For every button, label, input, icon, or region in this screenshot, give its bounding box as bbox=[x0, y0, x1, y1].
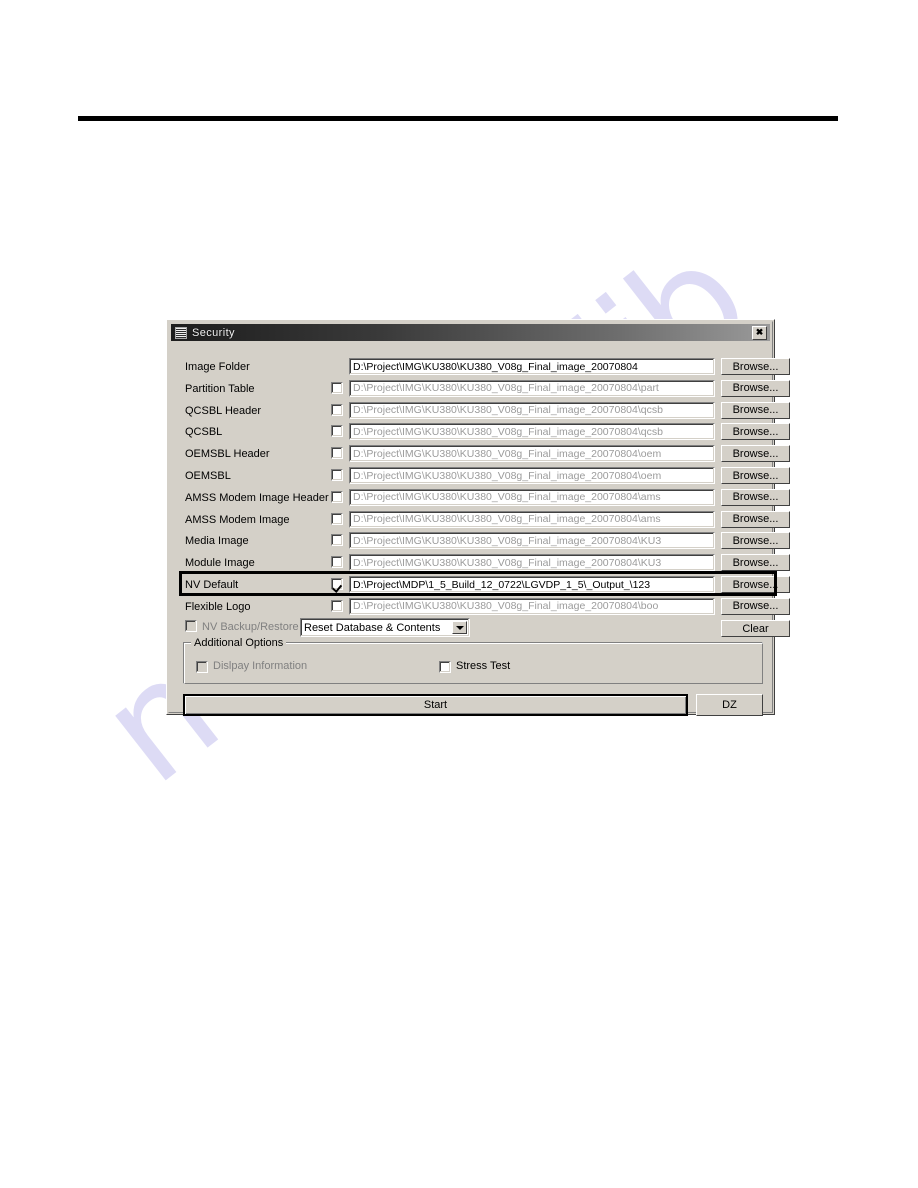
file-row: OEMSBL D:\Project\IMG\KU380\KU380_V08g_Fi… bbox=[171, 465, 790, 487]
file-row-label: QCSBL Header bbox=[185, 404, 262, 417]
browse-button[interactable]: Browse... bbox=[721, 379, 790, 397]
file-row-checkbox[interactable] bbox=[331, 556, 343, 569]
file-path-input[interactable]: D:\Project\MDP\1_5_Build_12_0722\LGVDP_1… bbox=[349, 576, 715, 593]
file-path-input[interactable]: D:\Project\IMG\KU380\KU380_V08g_Final_im… bbox=[349, 358, 715, 375]
file-row-checkbox[interactable] bbox=[331, 447, 343, 460]
file-row: QCSBL D:\Project\IMG\KU380\KU380_V08g_Fin… bbox=[171, 421, 790, 443]
file-row: QCSBL Header D:\Project\IMG\KU380\KU380_V… bbox=[171, 400, 790, 422]
file-path-input[interactable]: D:\Project\IMG\KU380\KU380_V08g_Final_im… bbox=[349, 445, 715, 463]
page-header-rule bbox=[78, 116, 838, 121]
file-row: Module Image D:\Project\IMG\KU380\KU380_V… bbox=[171, 552, 790, 574]
display-information-label: Dislpay Information bbox=[213, 660, 308, 672]
dialog-body: Image Folder D:\Project\IMG\KU380\KU380_V… bbox=[171, 342, 790, 716]
browse-button[interactable]: Browse... bbox=[721, 467, 790, 484]
file-row: Image Folder D:\Project\IMG\KU380\KU380_V… bbox=[171, 356, 790, 378]
additional-options-title: Additional Options bbox=[191, 637, 287, 649]
dialog-titlebar: Security ✖ bbox=[171, 324, 770, 341]
dialog-title: Security bbox=[192, 326, 235, 339]
file-path-input[interactable]: D:\Project\IMG\KU380\KU380_V08g_Final_im… bbox=[349, 510, 715, 528]
browse-button[interactable]: Browse... bbox=[721, 510, 790, 528]
file-row: Partition Table D:\Project\IMG\KU380\KU38… bbox=[171, 378, 790, 400]
browse-button[interactable]: Browse... bbox=[721, 554, 790, 572]
nv-backup-label: NV Backup/Restore bbox=[202, 621, 299, 633]
browse-button[interactable]: Browse... bbox=[721, 488, 790, 506]
file-row-label: Image Folder bbox=[185, 361, 250, 373]
file-path-input[interactable]: D:\Project\IMG\KU380\KU380_V08g_Final_im… bbox=[349, 488, 715, 506]
file-row-checkbox[interactable] bbox=[331, 425, 343, 438]
mode-select-value: Reset Database & Contents bbox=[304, 621, 441, 634]
file-path-input[interactable]: D:\Project\IMG\KU380\KU380_V08g_Final_im… bbox=[349, 597, 715, 615]
browse-button[interactable]: Browse... bbox=[721, 576, 790, 593]
browse-button[interactable]: Browse... bbox=[721, 597, 790, 615]
chevron-down-icon[interactable] bbox=[452, 621, 467, 634]
file-path-input[interactable]: D:\Project\IMG\KU380\KU380_V08g_Final_im… bbox=[349, 467, 715, 484]
browse-button[interactable]: Browse... bbox=[721, 445, 790, 463]
file-row-label: AMSS Modem Image Header bbox=[185, 491, 329, 504]
file-row-label: Media Image bbox=[185, 535, 249, 548]
file-row-checkbox[interactable] bbox=[331, 469, 343, 481]
file-row: OEMSBL Header D:\Project\IMG\KU380\KU380_… bbox=[171, 443, 790, 465]
start-button[interactable]: Start bbox=[183, 694, 688, 716]
file-path-input[interactable]: D:\Project\IMG\KU380\KU380_V08g_Final_im… bbox=[349, 554, 715, 572]
file-row-label: Partition Table bbox=[185, 382, 255, 395]
file-row-checkbox[interactable] bbox=[331, 490, 343, 503]
file-row-label: Flexible Logo bbox=[185, 600, 251, 613]
file-row-checkbox[interactable] bbox=[331, 381, 343, 394]
file-row: Flexible Logo D:\Project\IMG\KU380\KU380_… bbox=[171, 596, 790, 618]
file-row: AMSS Modem Image Header D:\Project\IMG\KU… bbox=[171, 487, 790, 509]
clear-button[interactable]: Clear bbox=[721, 620, 790, 637]
mode-select[interactable]: Reset Database & Contents bbox=[300, 618, 470, 637]
file-row-label: Module Image bbox=[185, 557, 255, 570]
file-row-checkbox[interactable] bbox=[331, 512, 343, 525]
stress-test-checkbox[interactable] bbox=[439, 661, 451, 673]
file-row: AMSS Modem Image D:\Project\IMG\KU380\KU3… bbox=[171, 509, 790, 531]
stress-test-label: Stress Test bbox=[456, 660, 511, 672]
file-path-input[interactable]: D:\Project\IMG\KU380\KU380_V08g_Final_im… bbox=[349, 423, 715, 441]
security-dialog: Security ✖ Image Folder D:\Project\IMG\KU… bbox=[166, 319, 790, 716]
display-information-checkbox[interactable] bbox=[196, 661, 208, 673]
file-row-checkbox[interactable] bbox=[331, 599, 343, 612]
dz-button[interactable]: DZ bbox=[696, 694, 763, 716]
file-path-input[interactable]: D:\Project\IMG\KU380\KU380_V08g_Final_im… bbox=[349, 379, 715, 397]
dialog-inner-frame: Security ✖ Image Folder D:\Project\IMG\KU… bbox=[168, 321, 790, 716]
file-row-label: OEMSBL Header bbox=[185, 448, 270, 461]
file-row-label: OEMSBL bbox=[185, 470, 231, 482]
nv-backup-row: NV Backup/Restore Reset Database & Conte… bbox=[171, 616, 770, 638]
close-icon[interactable]: ✖ bbox=[752, 325, 767, 340]
file-row-label: NV Default bbox=[185, 579, 239, 591]
browse-button[interactable]: Browse... bbox=[721, 401, 790, 419]
browse-button[interactable]: Browse... bbox=[721, 423, 790, 441]
file-row-label: QCSBL bbox=[185, 426, 223, 439]
file-path-input[interactable]: D:\Project\IMG\KU380\KU380_V08g_Final_im… bbox=[349, 532, 715, 550]
file-row: Media Image D:\Project\IMG\KU380\KU380_V0… bbox=[171, 530, 790, 552]
file-row-checkbox[interactable] bbox=[331, 403, 343, 416]
nv-backup-checkbox[interactable] bbox=[185, 620, 197, 632]
file-row: NV Default D:\Project\MDP\1_5_Build_12_07… bbox=[171, 574, 790, 596]
file-row-checkbox[interactable] bbox=[331, 534, 343, 547]
file-row-label: AMSS Modem Image bbox=[185, 513, 290, 526]
file-path-input[interactable]: D:\Project\IMG\KU380\KU380_V08g_Final_im… bbox=[349, 401, 715, 419]
additional-options-group: Additional Options Dislpay Information S… bbox=[183, 637, 763, 684]
file-row-checkbox[interactable] bbox=[331, 578, 343, 590]
browse-button[interactable]: Browse... bbox=[721, 358, 790, 375]
app-icon bbox=[175, 326, 187, 339]
browse-button[interactable]: Browse... bbox=[721, 532, 790, 550]
